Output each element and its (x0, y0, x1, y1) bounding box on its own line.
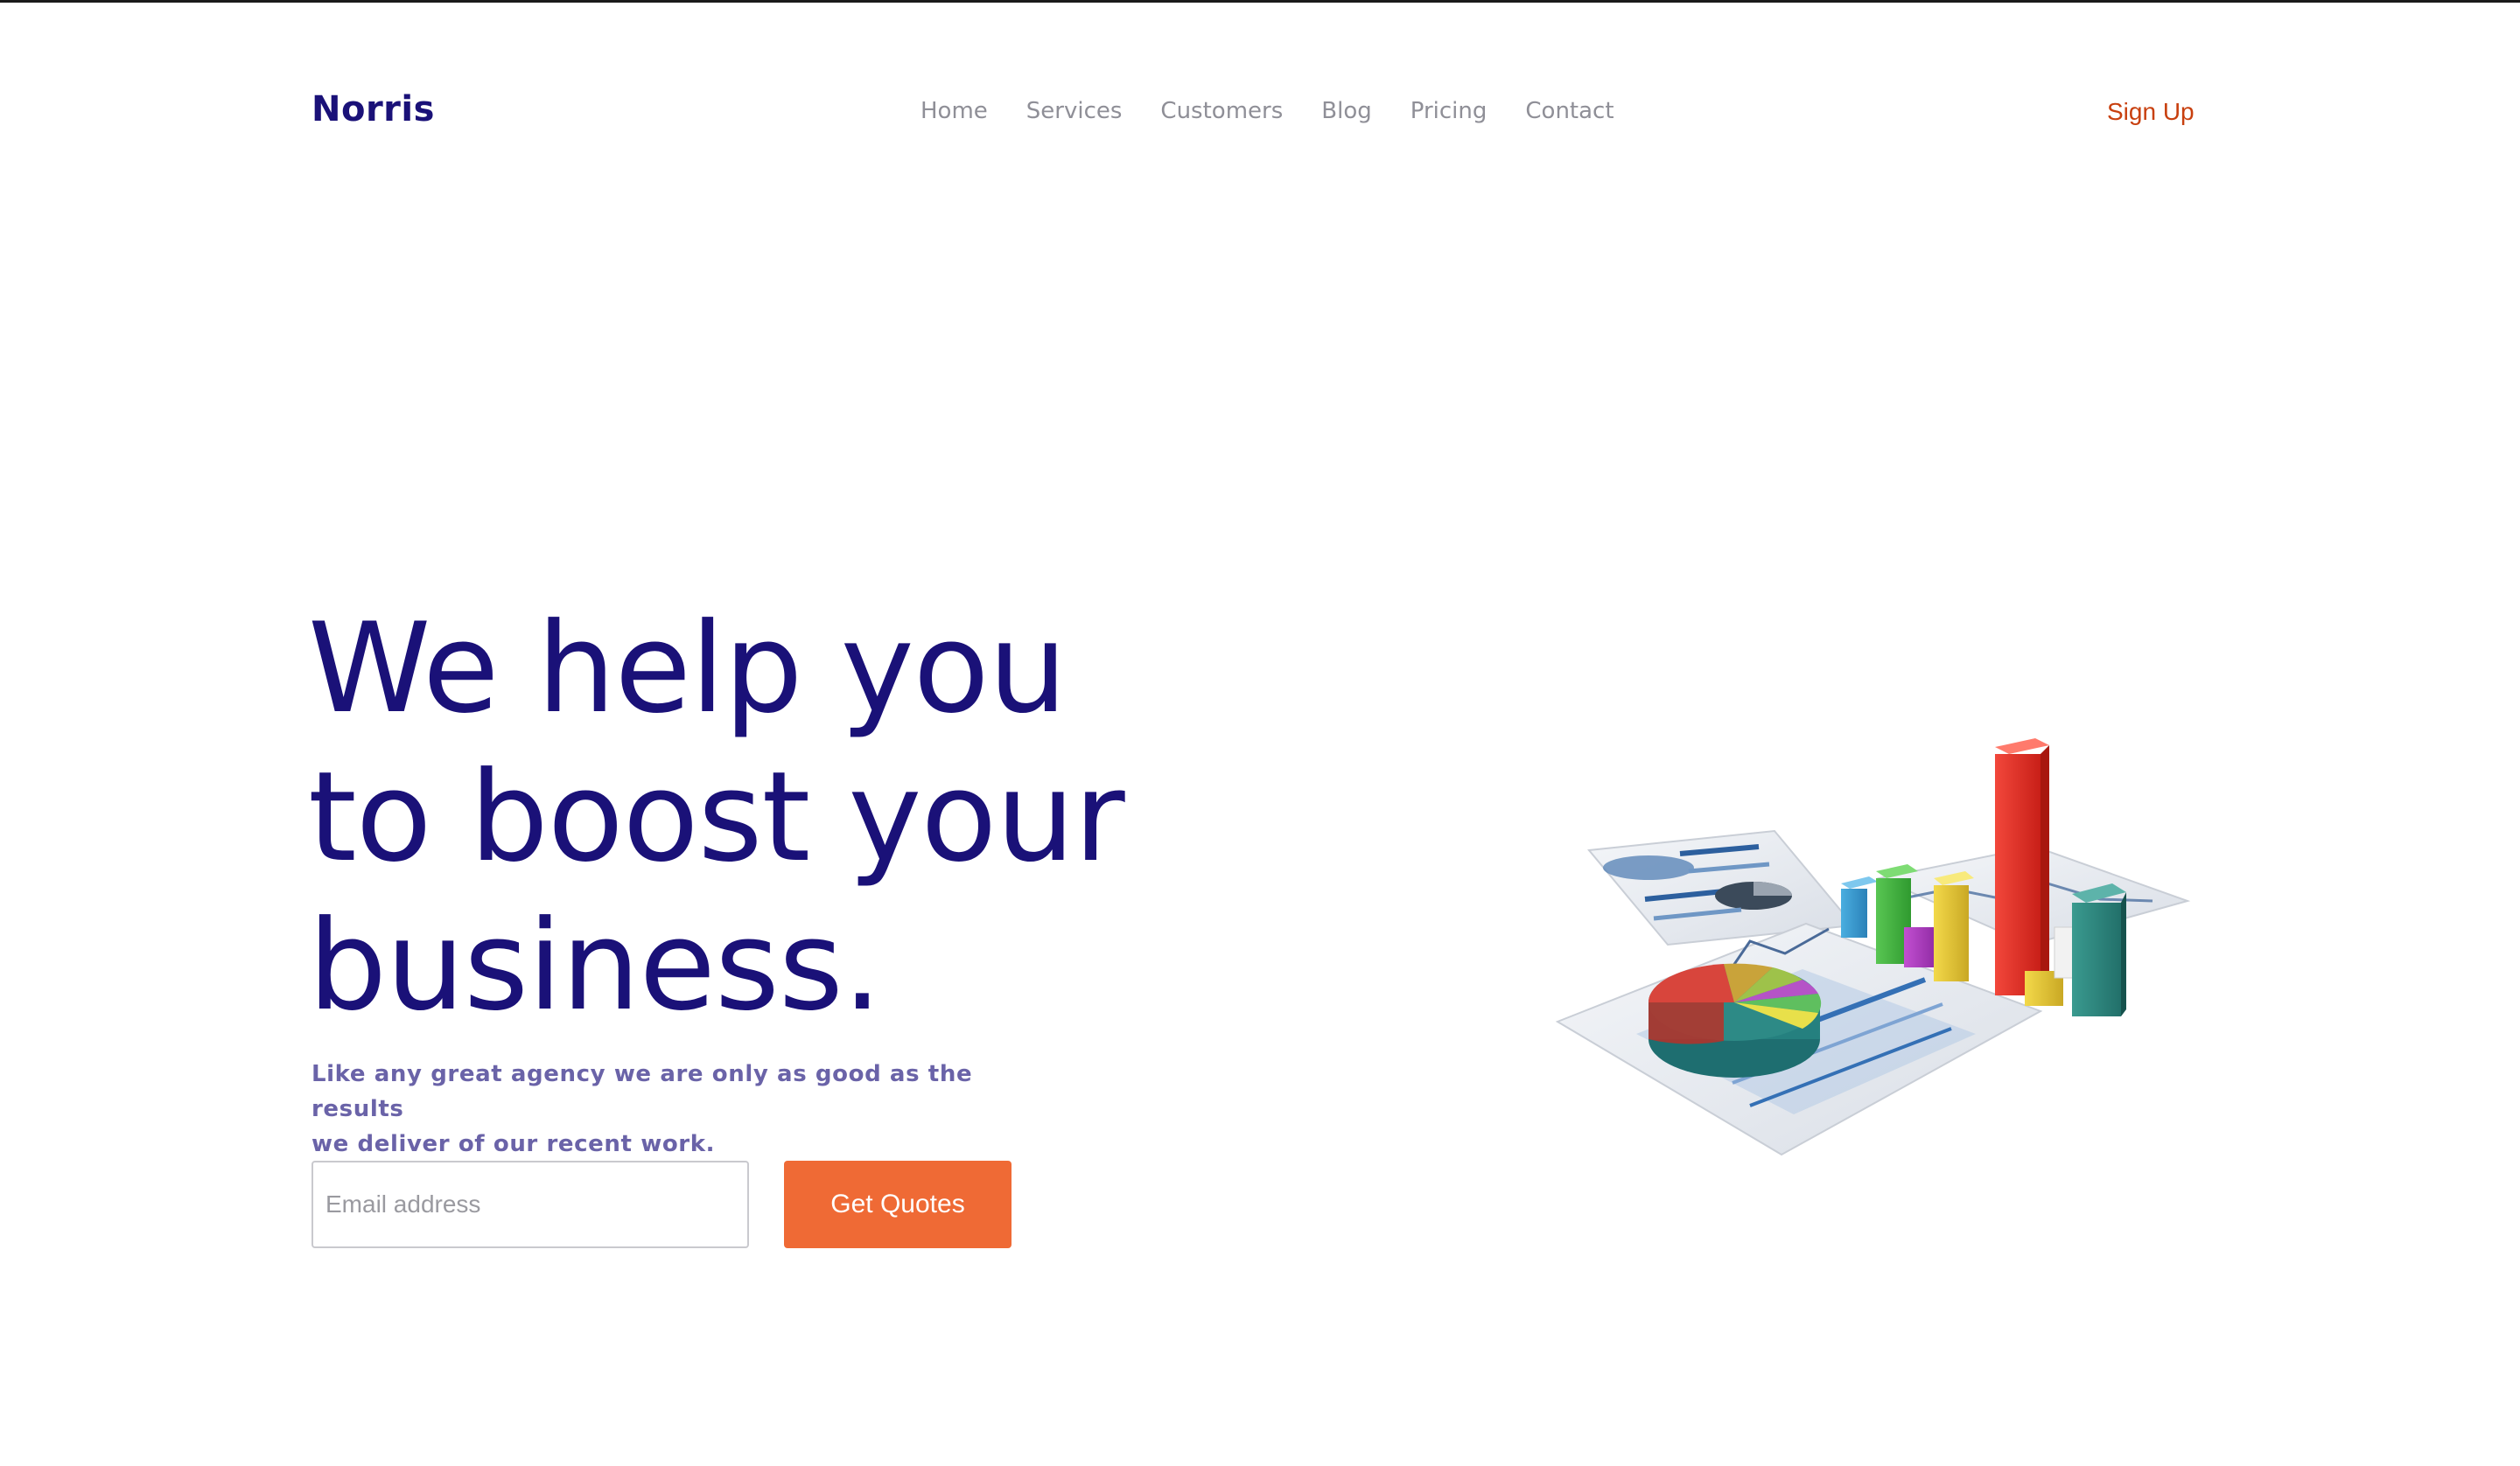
hero-subtitle-line-2: we deliver of our recent work. (312, 1131, 716, 1157)
signup-link[interactable]: Sign Up (2107, 98, 2194, 126)
hero-title-line-3: business. (308, 894, 882, 1038)
nav-item-contact[interactable]: Contact (1525, 98, 1614, 124)
nav-item-home[interactable]: Home (920, 98, 988, 124)
hero-title: We help you to boost your business. (308, 595, 1183, 1041)
hero-subtitle: Like any great agency we are only as goo… (312, 1057, 1012, 1162)
nav-item-customers[interactable]: Customers (1160, 98, 1283, 124)
nav-item-pricing[interactable]: Pricing (1410, 98, 1488, 124)
email-input[interactable] (312, 1161, 749, 1248)
hero-subtitle-line-1: Like any great agency we are only as goo… (312, 1061, 973, 1122)
nav-item-services[interactable]: Services (1026, 98, 1123, 124)
nav-item-blog[interactable]: Blog (1321, 98, 1371, 124)
hero-title-line-2: to boost your (308, 745, 1125, 890)
get-quotes-button[interactable]: Get Quotes (784, 1161, 1012, 1248)
top-border (0, 0, 2520, 3)
hero-title-line-1: We help you (308, 597, 1068, 741)
brand-logo[interactable]: Norris (312, 89, 435, 129)
business-charts-illustration-icon (1555, 738, 2191, 1156)
main-nav: Home Services Customers Blog Pricing Con… (920, 98, 1614, 124)
